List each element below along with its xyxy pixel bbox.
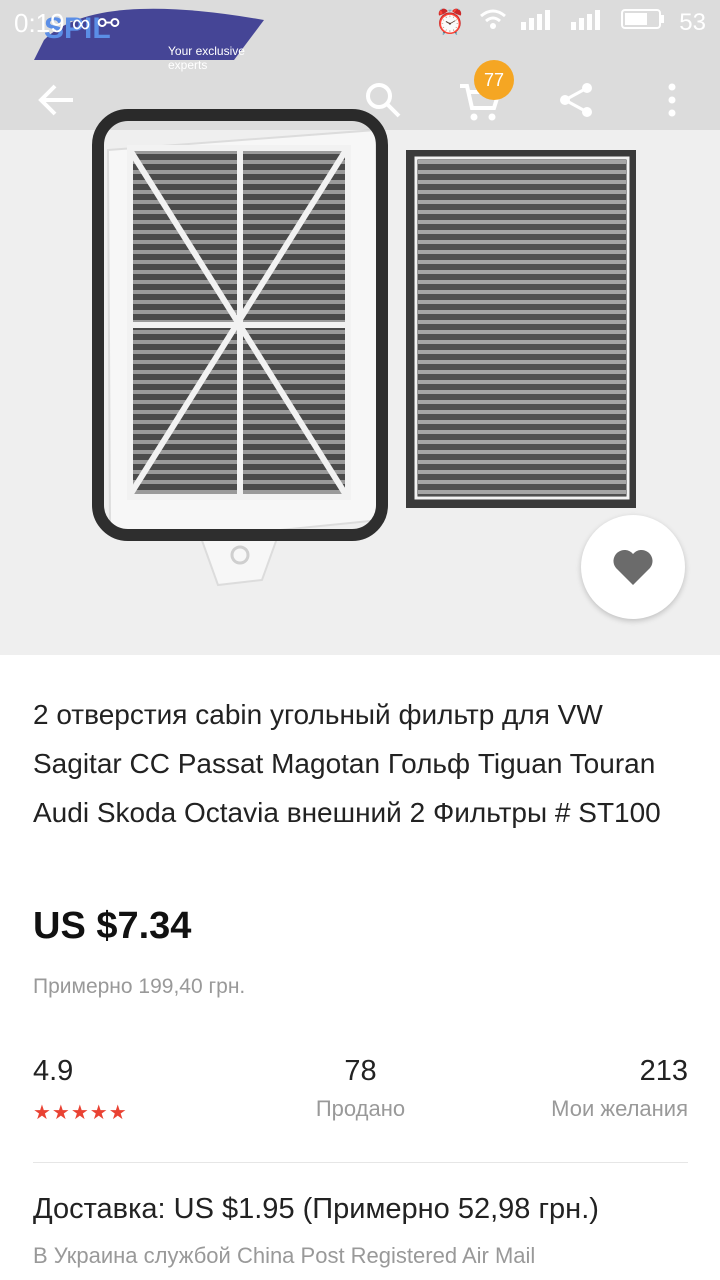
signal-icon-2 (571, 8, 607, 37)
signal-icon (521, 8, 557, 37)
price-approx: Примерно 199,40 грн. (33, 975, 246, 998)
search-icon (366, 83, 401, 118)
sold-label: Продано (315, 1096, 406, 1121)
battery-level: 53 (679, 8, 706, 36)
status-bar: 0:19 ∞ ⚯ ⏰ 53 (0, 0, 720, 46)
status-time: 0:19 ∞ ⚯ (14, 8, 120, 38)
wishes-label: Мои желания (551, 1096, 688, 1121)
alarm-icon: ⏰ (435, 9, 466, 36)
rating-stars: ★★★★★ (33, 1102, 128, 1124)
divider (33, 1162, 688, 1163)
more-vertical-icon (668, 83, 676, 117)
product-stats: 4.9 ★★★★★ 78 Продано 213 Мои желания (33, 1055, 688, 1135)
wishlist-button[interactable] (581, 515, 685, 619)
search-button[interactable] (355, 72, 411, 128)
battery-icon (621, 8, 665, 37)
delivery-method: В Украина службой China Post Registered … (33, 1243, 536, 1268)
product-title: 2 отверстия cabin угольный фильтр для VW… (33, 699, 661, 828)
delivery-info[interactable]: Доставка: US $1.95 (Примерно 52,98 грн.) (33, 1193, 599, 1226)
sold-count: 78 (344, 1055, 377, 1087)
wishes-stat[interactable]: 213 Мои желания (551, 1055, 688, 1122)
cart-count-badge: 77 (474, 60, 514, 100)
logo-tagline: Your exclusive experts (168, 44, 245, 72)
share-icon (560, 83, 592, 117)
arrow-left-icon (38, 84, 73, 116)
heart-icon (613, 549, 653, 585)
sold-stat[interactable]: 78 Продано (303, 1055, 418, 1122)
wishes-count: 213 (639, 1055, 688, 1087)
wifi-icon (479, 8, 507, 37)
more-button[interactable] (644, 72, 700, 128)
status-icons: ⏰ 53 (435, 8, 706, 37)
product-price: US $7.34 (33, 905, 192, 947)
product-image-area[interactable]: 0:19 ∞ ⚯ ⏰ 53 SPIL Your exclusive expert… (0, 0, 720, 655)
share-button[interactable] (548, 72, 604, 128)
rating-stat[interactable]: 4.9 ★★★★★ (33, 1055, 128, 1125)
rating-value: 4.9 (33, 1055, 74, 1087)
back-button[interactable] (28, 72, 84, 128)
